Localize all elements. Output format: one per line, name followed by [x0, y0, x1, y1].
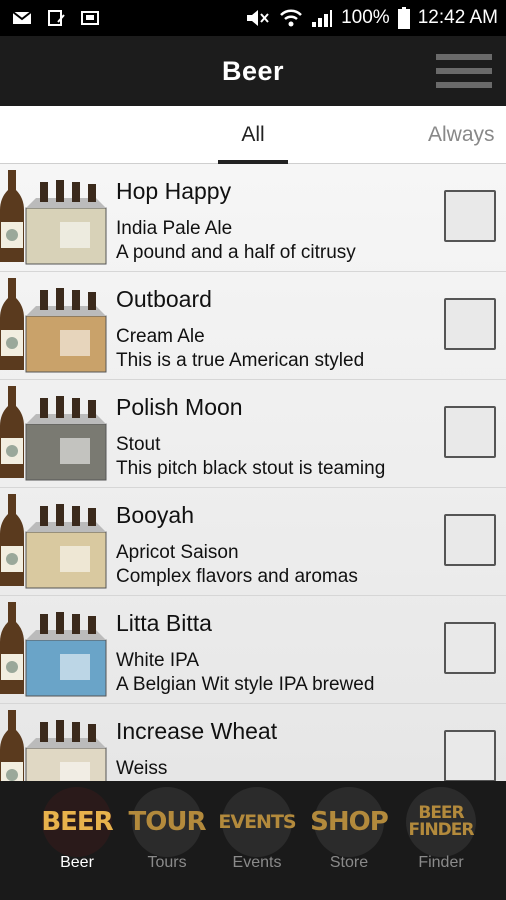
- nav-badge-logo: EVENTS: [218, 787, 297, 857]
- nav-item-beer[interactable]: BEER Beer: [34, 781, 126, 900]
- beer-image: [0, 276, 108, 376]
- nav-label: Finder: [418, 854, 464, 871]
- nav-item-events[interactable]: EVENTS Events: [214, 781, 306, 900]
- beer-name: Litta Bitta: [116, 610, 212, 636]
- wifi-icon: [280, 9, 303, 27]
- list-item[interactable]: Polish Moon Stout This pitch black stout…: [0, 380, 506, 488]
- nav-badge-logo: TOUR: [129, 787, 207, 857]
- mute-icon: [247, 10, 269, 26]
- signal-icon: [312, 10, 333, 27]
- app-header: Beer: [0, 36, 506, 106]
- tab-bar: All Always: [0, 106, 506, 164]
- beer-list[interactable]: Hop Happy India Pale Ale A pound and a h…: [0, 164, 506, 781]
- beer-name: Increase Wheat: [116, 718, 278, 744]
- beer-description: This is a true American styled: [116, 350, 365, 371]
- list-item[interactable]: Outboard Cream Ale This is a true Americ…: [0, 272, 506, 380]
- beer-image: [0, 168, 108, 268]
- beer-name: Hop Happy: [116, 178, 232, 204]
- beer-checkbox[interactable]: [444, 190, 496, 242]
- beer-description: Complex flavors and aromas: [116, 566, 358, 587]
- beer-checkbox[interactable]: [444, 514, 496, 566]
- status-bar: 100% 12:42 AM: [0, 0, 506, 36]
- nav-label: Beer: [60, 854, 94, 871]
- beer-name: Polish Moon: [116, 394, 243, 420]
- tab-all[interactable]: All: [218, 106, 288, 164]
- beer-name: Booyah: [116, 502, 195, 528]
- nav-label: Tours: [147, 854, 187, 871]
- beer-checkbox[interactable]: [444, 406, 496, 458]
- nav-badge-logo: SHOP: [310, 787, 389, 857]
- beer-description: A Belgian Wit style IPA brewed: [116, 674, 375, 695]
- clock: 12:42 AM: [417, 7, 498, 28]
- inbox-icon: [81, 11, 99, 25]
- beer-image: [0, 708, 108, 781]
- beer-checkbox[interactable]: [444, 298, 496, 350]
- nav-badge-logo: BEER: [41, 787, 114, 857]
- battery-percent: 100%: [341, 7, 390, 28]
- beer-style: Cream Ale: [116, 326, 205, 347]
- beer-checkbox[interactable]: [444, 622, 496, 674]
- beer-description: This pitch black stout is teaming: [116, 458, 386, 479]
- beer-style: Apricot Saison: [116, 542, 239, 563]
- mail-icon: [12, 11, 32, 24]
- hamburger-menu-icon[interactable]: [436, 54, 492, 88]
- nav-item-finder[interactable]: BEER FINDER Finder: [398, 781, 490, 900]
- edit-note-icon: [48, 10, 65, 26]
- nav-item-store[interactable]: SHOP Store: [306, 781, 398, 900]
- beer-style: Weiss: [116, 758, 168, 779]
- beer-description: A pound and a half of citrusy: [116, 242, 356, 263]
- beer-image: [0, 384, 108, 484]
- beer-image: [0, 600, 108, 700]
- nav-label: Events: [232, 854, 282, 871]
- list-item[interactable]: Increase Wheat Weiss: [0, 704, 506, 781]
- list-item[interactable]: Booyah Apricot Saison Complex flavors an…: [0, 488, 506, 596]
- beer-style: Stout: [116, 434, 161, 455]
- tab-always[interactable]: Always: [428, 106, 506, 164]
- beer-image: [0, 492, 108, 592]
- beer-checkbox[interactable]: [444, 730, 496, 781]
- nav-item-tours[interactable]: TOUR Tours: [124, 781, 216, 900]
- beer-style: India Pale Ale: [116, 218, 233, 239]
- battery-icon: [397, 7, 410, 29]
- list-item[interactable]: Hop Happy India Pale Ale A pound and a h…: [0, 164, 506, 272]
- nav-label: Store: [329, 854, 369, 871]
- beer-style: White IPA: [116, 650, 200, 671]
- nav-badge-logo: BEER FINDER: [406, 787, 476, 857]
- beer-name: Outboard: [116, 286, 212, 312]
- bottom-navigation: BEER Beer TOUR Tours EVENTS Events SHOP …: [0, 781, 506, 900]
- page-title: Beer: [221, 55, 285, 86]
- list-item[interactable]: Litta Bitta White IPA A Belgian Wit styl…: [0, 596, 506, 704]
